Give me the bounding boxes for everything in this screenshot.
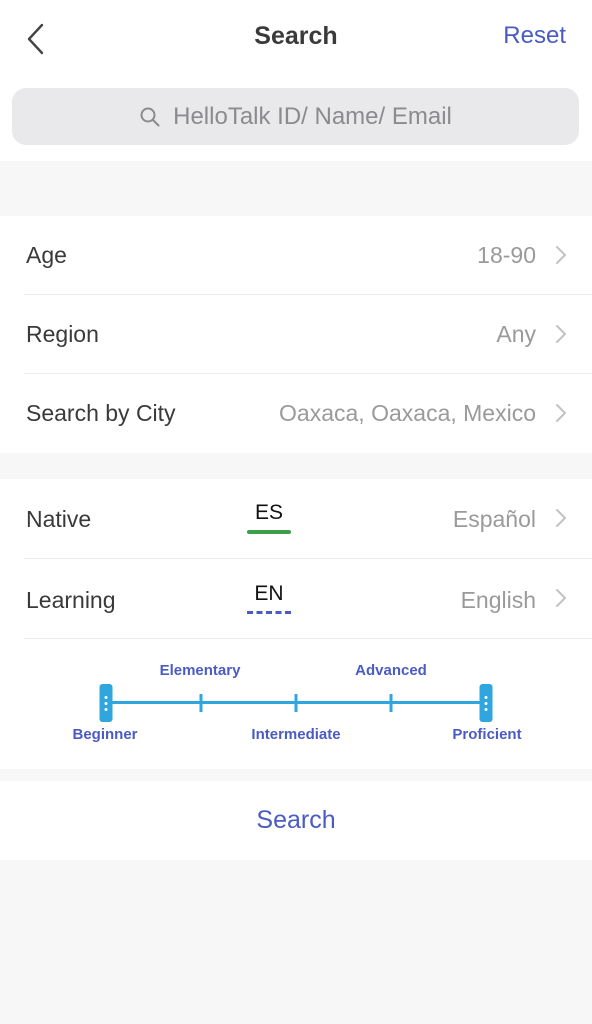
chevron-right-icon: [556, 589, 566, 607]
slider-tick: [389, 694, 393, 712]
city-row[interactable]: Search by City Oaxaca, Oaxaca, Mexico: [0, 374, 592, 453]
native-underline: [247, 530, 291, 534]
slider-handle-max[interactable]: [479, 684, 493, 722]
city-value: Oaxaca, Oaxaca, Mexico: [279, 400, 536, 426]
search-input[interactable]: HelloTalk ID/ Name/ Email: [12, 88, 579, 145]
slider-tick: [199, 694, 203, 712]
region-row[interactable]: Region Any: [0, 295, 592, 374]
search-placeholder: HelloTalk ID/ Name/ Email: [173, 102, 452, 130]
chevron-right-icon: [556, 509, 566, 527]
learning-underline: [247, 611, 291, 614]
search-icon: [140, 107, 160, 126]
learning-label: Learning: [26, 587, 116, 613]
slider-tick: [294, 694, 298, 712]
level-label-intermediate: Intermediate: [251, 726, 341, 743]
level-label-elementary: Elementary: [159, 662, 241, 679]
search-button[interactable]: Search: [0, 781, 592, 860]
age-label: Age: [26, 242, 67, 268]
age-row[interactable]: Age 18-90: [0, 216, 592, 295]
proficiency-slider[interactable]: Beginner Elementary Intermediate Advance…: [0, 639, 592, 769]
level-label-proficient: Proficient: [452, 726, 522, 743]
reset-button[interactable]: Reset: [503, 22, 566, 50]
native-language-row[interactable]: Native ES Español: [0, 479, 592, 559]
filter-group-basic: Age 18-90 Region Any Search by City Oaxa…: [0, 216, 592, 453]
region-label: Region: [26, 321, 99, 347]
native-label: Native: [26, 506, 92, 532]
search-section: HelloTalk ID/ Name/ Email: [0, 76, 592, 161]
level-label-advanced: Advanced: [355, 662, 427, 679]
slider-handle-min[interactable]: [99, 684, 113, 722]
level-label-beginner: Beginner: [72, 726, 138, 743]
learning-value: English: [460, 587, 536, 613]
city-label: Search by City: [26, 400, 176, 426]
nav-bar: Search Reset: [0, 0, 592, 76]
learning-language-row[interactable]: Learning EN English: [0, 559, 592, 639]
filter-group-language: Native ES Español Learning EN English Be…: [0, 479, 592, 769]
native-value: Español: [452, 506, 536, 532]
learning-language-code: EN: [254, 582, 284, 605]
age-value: 18-90: [477, 242, 536, 268]
native-language-code: ES: [254, 501, 283, 524]
chevron-right-icon: [556, 246, 566, 264]
chevron-right-icon: [556, 404, 566, 422]
chevron-right-icon: [556, 325, 566, 343]
region-value: Any: [496, 321, 536, 347]
